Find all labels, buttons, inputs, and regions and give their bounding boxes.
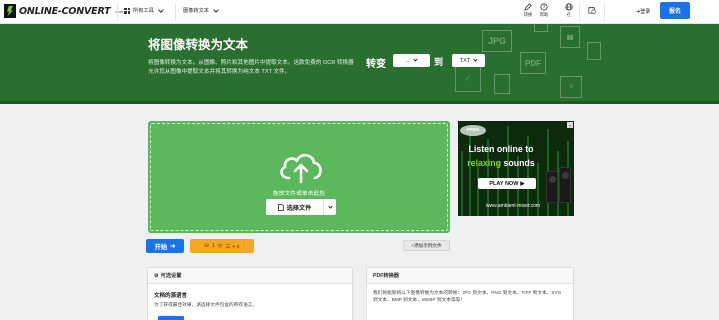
convert-label: 转变: [366, 59, 386, 70]
speaker-image: [546, 171, 558, 203]
file-stack-icon: ⛁: [204, 243, 209, 249]
nav-divider: [604, 3, 605, 21]
signup-button[interactable]: 报名: [660, 2, 690, 19]
logo-tld: .com: [114, 8, 124, 14]
panel-header: ⚙ 可选设置: [148, 268, 352, 284]
chevron-down-icon: [327, 203, 333, 209]
to-label: 到: [434, 57, 444, 67]
start-button[interactable]: 开始 ➜: [146, 239, 184, 253]
language-select-button[interactable]: [158, 316, 184, 320]
source-language-hint: 为了获得最佳效果，请选择文件包含的所有语言。: [154, 302, 258, 307]
file-icon: [494, 74, 510, 94]
hero-bottom-strip: [0, 101, 719, 104]
ad-free-badge: FREE: [460, 125, 486, 136]
chevron-down-icon: [413, 57, 418, 62]
ad-close-icon[interactable]: ×: [567, 122, 573, 128]
pdf-converter-text: 我们将能够将以下图像转换为文本的转换：JPG 到文本、PNG 到文本、TIFF …: [373, 290, 562, 302]
cloud-upload-icon: [280, 153, 322, 184]
pdf-file-icon: PDF: [520, 52, 546, 74]
source-format-select[interactable]: ...: [393, 54, 430, 67]
chevron-down-icon: [213, 6, 219, 13]
file-icon: [277, 203, 284, 211]
panel-header: PDF转换器: [367, 268, 573, 284]
bar-chart-icon: ▮▮: [560, 26, 580, 48]
file-icon: [534, 24, 548, 32]
file-drop-zone[interactable]: 拖放文件或单击此处 选择文件: [148, 121, 450, 233]
nav-divider: [579, 3, 580, 21]
file-options-button[interactable]: ⛁ 1 ◷ 三 + ≡: [190, 239, 254, 253]
current-tool-menu[interactable]: 图像转文本: [183, 6, 219, 14]
chevron-down-icon: [157, 6, 164, 13]
ad-headline: Listen online to: [468, 144, 534, 154]
choose-file-main[interactable]: 选择文件: [266, 203, 323, 212]
nav-divider: [175, 3, 176, 21]
history-icon: [588, 6, 596, 14]
target-format-select[interactable]: TXT: [452, 54, 485, 67]
drop-zone-border: 拖放文件或单击此处 选择文件: [150, 123, 448, 231]
help-icon: ?: [540, 3, 548, 11]
pencil-icon: [524, 3, 532, 11]
document-icon: ≡: [560, 76, 582, 98]
nav-divider: [117, 3, 118, 21]
current-tool-label: 图像转文本: [183, 8, 209, 14]
add-example-file-button[interactable]: +添加示例文件: [403, 240, 450, 251]
choose-source-dropdown[interactable]: [323, 199, 336, 215]
hero-banner: JPG PDF ⟋ ▮▮ ≡ 将图像转换为文本 将图像转换为文本。从图像、照片和…: [0, 24, 719, 101]
ad-subheadline: relaxing sounds: [467, 158, 535, 168]
convert-nav-button[interactable]: 转换: [521, 3, 535, 18]
grid-icon: [124, 7, 130, 14]
chevron-down-icon: [473, 57, 478, 62]
all-tools-label: 所有工具: [133, 8, 154, 14]
optional-settings-panel: ⚙ 可选设置 文档的源语言 为了获得最佳效果，请选择文件包含的所有语言。: [147, 267, 353, 320]
drop-text: 拖放文件或单击此处: [272, 191, 326, 197]
gear-icon: ⚙: [154, 272, 159, 279]
logo-text: ONLINE-CONVERT: [19, 5, 111, 17]
help-nav-button[interactable]: ? 帮助: [537, 3, 551, 18]
chart-file-icon: ⟋: [455, 66, 481, 92]
pdf-converter-panel: PDF转换器 我们将能够将以下图像转换为文本的转换：JPG 到文本、PNG 到文…: [366, 267, 574, 320]
source-language-heading: 文档的源语言: [154, 293, 188, 299]
all-tools-menu[interactable]: 所有工具: [124, 6, 164, 14]
page-description: 将图像转换为文本。从图像、照片和其他图片中提取文本。这款免费的 OCR 转换器允…: [148, 60, 354, 75]
file-icon: [587, 42, 601, 60]
history-nav-button[interactable]: [585, 6, 599, 15]
top-navbar: ONLINE-CONVERT .com 所有工具 图像转文本 转换 ? 帮助 在…: [0, 0, 719, 24]
choose-file-button[interactable]: 选择文件: [266, 199, 336, 215]
speaker-image: [559, 167, 571, 203]
page-title: 将图像转换为文本: [148, 38, 249, 52]
advertisement[interactable]: FREE Listen online to relaxing sounds PL…: [458, 121, 574, 216]
clock-icon: ◷: [217, 243, 223, 249]
play-icon: ▶: [520, 180, 525, 187]
logo-bolt-icon: [4, 4, 16, 18]
language-nav-button[interactable]: 在: [562, 3, 576, 18]
login-link[interactable]: ➜登录: [636, 8, 650, 15]
arrow-right-icon: ➜: [170, 242, 176, 250]
ad-play-button[interactable]: PLAY NOW ▶: [478, 178, 536, 189]
globe-icon: [565, 3, 573, 11]
ad-url: www.ambient-mixer.com: [485, 203, 541, 209]
site-logo[interactable]: ONLINE-CONVERT .com: [4, 4, 123, 18]
jpg-file-icon: JPG: [482, 30, 512, 52]
